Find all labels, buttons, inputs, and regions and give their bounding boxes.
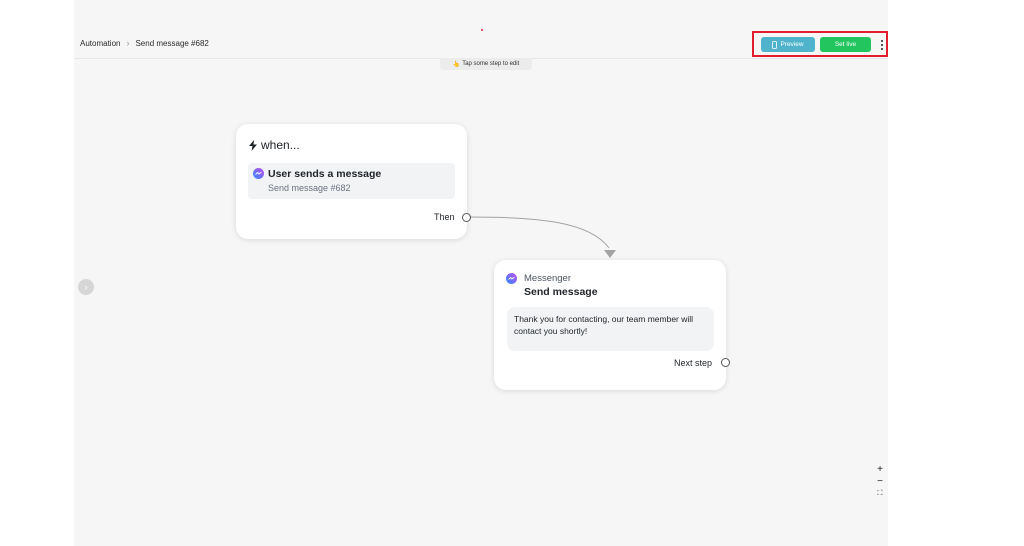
trigger-node-title: when... (261, 138, 300, 152)
trigger-item[interactable]: User sends a message Send message #682 (248, 163, 455, 199)
breadcrumb-automation-link[interactable]: Automation (80, 39, 120, 48)
chevron-right-icon: › (126, 38, 130, 48)
set-live-button[interactable]: Set live (820, 37, 871, 52)
header-actions-highlight: Preview Set live (752, 31, 888, 57)
messenger-icon (253, 168, 264, 179)
edit-hint-text: Tap some step to edit (462, 61, 520, 67)
message-bubble[interactable]: Thank you for contacting, our team membe… (507, 307, 714, 351)
trigger-subtitle: Send message #682 (268, 183, 351, 193)
preview-button-label: Preview (780, 41, 804, 48)
message-platform: Messenger (524, 273, 571, 284)
more-vertical-icon[interactable] (878, 37, 886, 52)
zoom-out-icon[interactable]: − (874, 476, 886, 487)
next-step-port[interactable] (721, 358, 730, 367)
then-output-label: Then (434, 212, 455, 222)
chevron-right-icon[interactable]: › (78, 279, 94, 295)
edit-hint: 👆 Tap some step to edit (440, 58, 532, 70)
preview-button[interactable]: Preview (761, 37, 815, 52)
breadcrumb: Automation › Send message #682 (80, 38, 209, 48)
zoom-controls: + − ⛶ (873, 464, 887, 499)
trigger-node-header: when... (249, 138, 300, 152)
left-panel (0, 0, 74, 546)
flow-canvas[interactable] (74, 0, 888, 546)
then-output-port[interactable] (462, 213, 471, 222)
zoom-in-icon[interactable]: + (874, 464, 886, 475)
send-message-node[interactable]: Messenger Send message Thank you for con… (494, 260, 730, 390)
fit-view-icon[interactable]: ⛶ (874, 488, 886, 499)
breadcrumb-current: Send message #682 (135, 38, 209, 48)
message-node-title: Send message (524, 286, 598, 298)
set-live-button-label: Set live (834, 41, 857, 48)
top-bar: Automation › Send message #682 Preview S… (74, 30, 888, 59)
next-step-label: Next step (674, 358, 713, 368)
notification-dot (481, 29, 483, 31)
phone-icon (772, 40, 778, 49)
trigger-title: User sends a message (268, 168, 382, 180)
trigger-node[interactable]: when... User sends a message Send messag… (236, 124, 471, 239)
messenger-icon (506, 273, 517, 284)
pointing-hand-icon: 👆 (452, 61, 461, 68)
lightning-icon (249, 139, 257, 151)
